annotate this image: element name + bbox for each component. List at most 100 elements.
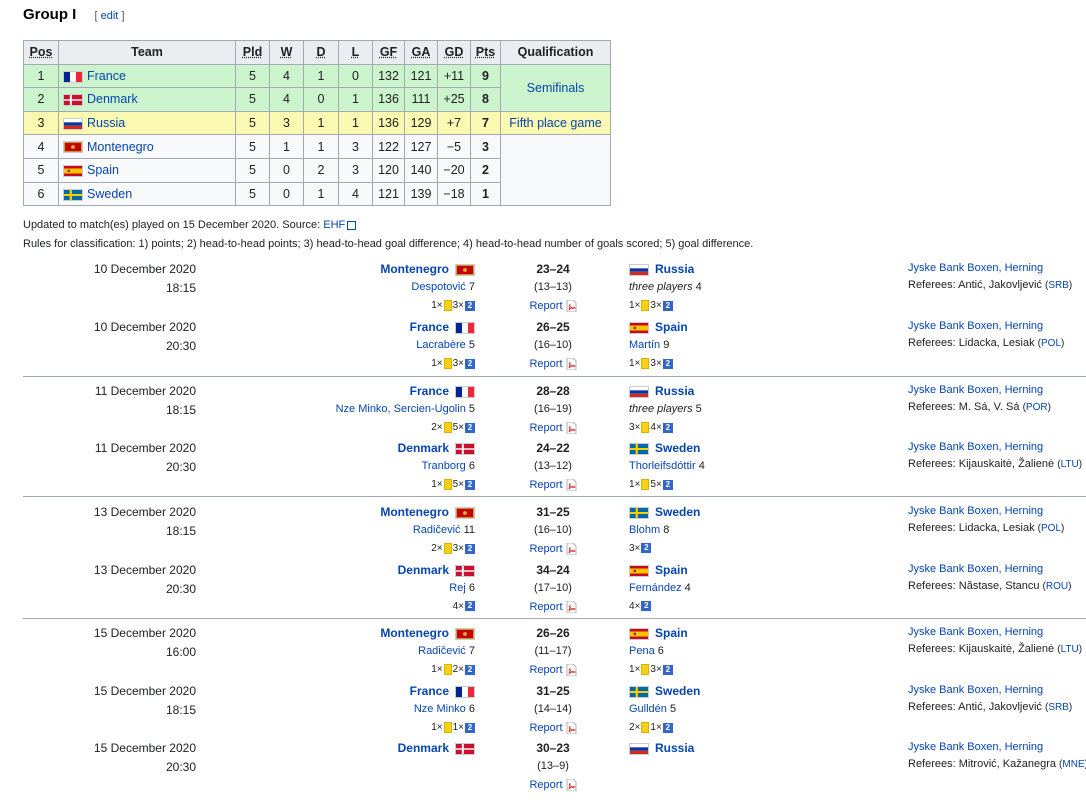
away-team-link[interactable]: Sweden: [655, 441, 700, 455]
match-row: 11 December 2020 18:15 France Nze Minko,…: [23, 384, 1086, 442]
away-team: Russia: [629, 741, 694, 755]
home-team-link[interactable]: Montenegro: [380, 505, 449, 519]
report-link[interactable]: Report: [510, 478, 596, 492]
referee-country[interactable]: MNE: [1062, 759, 1084, 770]
report-link[interactable]: Report: [510, 663, 596, 677]
team-link[interactable]: Russia: [87, 116, 125, 130]
home-top-scorer[interactable]: Lacrabère: [416, 339, 466, 351]
team-link[interactable]: Spain: [87, 163, 119, 177]
team-link[interactable]: Montenegro: [87, 140, 154, 154]
header-ga[interactable]: GA: [404, 40, 438, 65]
venue-link[interactable]: Jyske Bank Boxen, Herning: [908, 320, 1043, 332]
referee-country[interactable]: SRB: [1048, 702, 1069, 713]
header-w[interactable]: W: [269, 40, 304, 65]
home-top-scorer[interactable]: Radičević: [418, 645, 466, 657]
edit-link[interactable]: edit: [101, 10, 119, 22]
home-team-link[interactable]: Montenegro: [380, 626, 449, 640]
cell-l: 3: [338, 157, 373, 183]
home-team-link[interactable]: France: [410, 320, 449, 334]
referee-country[interactable]: ROU: [1046, 581, 1068, 592]
report-link[interactable]: Report: [510, 600, 596, 614]
referee-country[interactable]: SRB: [1048, 280, 1069, 291]
home-top-scorer[interactable]: Tranborg: [422, 460, 466, 472]
semifinals-link[interactable]: Semifinals: [527, 81, 585, 95]
report-link[interactable]: Report: [510, 299, 596, 313]
away-scorer-goals: 4: [684, 582, 691, 594]
cell-pts: 9: [470, 63, 501, 89]
referee-country[interactable]: POL: [1041, 523, 1061, 534]
venue-link[interactable]: Jyske Bank Boxen, Herning: [908, 563, 1043, 575]
home-team: Montenegro: [380, 626, 475, 640]
cell-ga: 127: [404, 134, 438, 159]
venue-link[interactable]: Jyske Bank Boxen, Herning: [908, 384, 1043, 396]
cell-ga: 140: [404, 157, 438, 183]
referee-country[interactable]: POL: [1041, 338, 1061, 349]
away-top-scorer[interactable]: Fernández: [629, 582, 682, 594]
header-gd[interactable]: GD: [437, 40, 471, 65]
home-team-link[interactable]: Denmark: [398, 563, 449, 577]
away-team-link[interactable]: Spain: [655, 626, 688, 640]
away-team-link[interactable]: Spain: [655, 320, 688, 334]
home-team-link[interactable]: Denmark: [398, 741, 449, 755]
home-top-scorer[interactable]: Radičević: [413, 524, 461, 536]
away-team-link[interactable]: Sweden: [655, 684, 700, 698]
header-l[interactable]: L: [338, 40, 373, 65]
yellow-card-icon: [443, 543, 452, 554]
away-top-scorer[interactable]: Thorleifsdóttir: [629, 460, 696, 472]
venue-link[interactable]: Jyske Bank Boxen, Herning: [908, 262, 1043, 274]
referee-country[interactable]: POR: [1026, 402, 1048, 413]
home-team-link[interactable]: Montenegro: [380, 262, 449, 276]
header-pts[interactable]: Pts: [470, 40, 501, 65]
pdf-icon: [566, 721, 577, 735]
team-link[interactable]: Denmark: [87, 92, 138, 106]
venue-link[interactable]: Jyske Bank Boxen, Herning: [908, 441, 1043, 453]
home-team-link[interactable]: France: [410, 684, 449, 698]
away-team-link[interactable]: Spain: [655, 563, 688, 577]
cell-gd: +25: [437, 87, 471, 112]
home-top-scorer[interactable]: Despotović: [411, 281, 465, 293]
report-link[interactable]: Report: [510, 721, 596, 735]
ehf-source-link[interactable]: EHF: [323, 219, 345, 231]
home-top-scorer[interactable]: Nze Minko: [414, 703, 466, 715]
home-team-link[interactable]: Denmark: [398, 441, 449, 455]
header-pos[interactable]: Pos: [23, 40, 59, 65]
team-link[interactable]: France: [87, 69, 126, 83]
report-link[interactable]: Report: [510, 542, 596, 556]
report-link[interactable]: Report: [510, 357, 596, 371]
venue-link[interactable]: Jyske Bank Boxen, Herning: [908, 505, 1043, 517]
cell-pos: 3: [23, 110, 59, 136]
cell-pld: 5: [235, 87, 270, 112]
home-top-scorer[interactable]: Nze Minko, Sercien-Ugolin: [336, 403, 466, 415]
referee-names: Lidacka, Lesiak: [958, 522, 1035, 534]
report-link[interactable]: Report: [510, 421, 596, 435]
away-top-scorer[interactable]: Blohm: [629, 524, 660, 536]
team-link[interactable]: Sweden: [87, 187, 132, 201]
venue-link[interactable]: Jyske Bank Boxen, Herning: [908, 741, 1043, 753]
header-pld[interactable]: Pld: [235, 40, 270, 65]
away-top-scorer: three players: [629, 403, 693, 415]
match-time: 20:30: [165, 582, 196, 596]
standings-header-row: Pos Team Pld W D L GF GA GD Pts Qualific…: [23, 40, 611, 65]
home-team-link[interactable]: France: [410, 384, 449, 398]
away-top-scorer[interactable]: Gulldén: [629, 703, 667, 715]
referee-country[interactable]: LTU: [1061, 459, 1079, 470]
header-gf[interactable]: GF: [372, 40, 405, 65]
away-top-scorer[interactable]: Pena: [629, 645, 655, 657]
referee-country[interactable]: LTU: [1061, 644, 1079, 655]
away-team-link[interactable]: Russia: [655, 262, 694, 276]
fifth-place-link[interactable]: Fifth place game: [509, 116, 601, 130]
away-team-link[interactable]: Sweden: [655, 505, 700, 519]
venue-link[interactable]: Jyske Bank Boxen, Herning: [908, 684, 1043, 696]
cell-team: France: [58, 63, 236, 89]
home-top-scorer[interactable]: Rej: [449, 582, 466, 594]
report-link[interactable]: Report: [510, 778, 596, 792]
header-d[interactable]: D: [303, 40, 339, 65]
away-team-link[interactable]: Russia: [655, 384, 694, 398]
venue-link[interactable]: Jyske Bank Boxen, Herning: [908, 626, 1043, 638]
away-top-scorer[interactable]: Martín: [629, 339, 660, 351]
home-scorer-goals: 7: [468, 281, 475, 293]
flag-denmark-icon: [455, 564, 475, 577]
away-team-link[interactable]: Russia: [655, 741, 694, 755]
suspension-icon: 2: [662, 664, 673, 675]
away-scorer-goals: 8: [663, 524, 670, 536]
